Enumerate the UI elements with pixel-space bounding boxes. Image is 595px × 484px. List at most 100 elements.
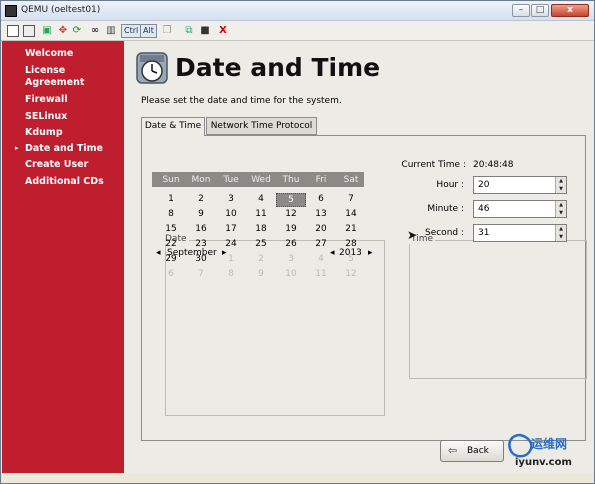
calendar-day[interactable]: 11 xyxy=(246,208,276,220)
refresh-icon[interactable]: ⟳ xyxy=(71,25,83,37)
maximize-button[interactable]: □ xyxy=(531,4,549,17)
minute-label: Minute : xyxy=(427,204,464,214)
watermark-brand: 运维网 xyxy=(531,437,568,451)
tab-panel: Date ◂ September ▸ ◂ 2013 ▸ Sun Mon Tue Wed… xyxy=(141,135,587,441)
hour-spin-arrows-icon[interactable]: ▲ ▼ xyxy=(555,177,566,193)
close-button[interactable]: x xyxy=(551,4,589,17)
calendar-day[interactable]: 2 xyxy=(186,193,216,205)
ctrl-key-button[interactable]: Ctrl xyxy=(121,24,142,38)
calendar-day[interactable]: 7 xyxy=(336,193,366,205)
calendar-day[interactable]: 18 xyxy=(246,223,276,235)
books-icon[interactable]: ▥ xyxy=(105,25,117,37)
minimize-button[interactable]: – xyxy=(512,4,530,17)
calendar-day[interactable]: 2 xyxy=(246,253,276,265)
calendar-day[interactable]: 4 xyxy=(306,253,336,265)
calendar-day[interactable]: 16 xyxy=(186,223,216,235)
screenshot-icon[interactable]: ⧉ xyxy=(183,25,195,37)
calendar-day[interactable]: 9 xyxy=(246,268,276,280)
back-button[interactable]: ⇦ Back xyxy=(440,440,504,462)
sidebar-item-additional-cds: Additional CDs xyxy=(25,176,104,187)
hour-value[interactable]: 20 xyxy=(478,180,489,190)
watermark: 运维网 iyunv.com xyxy=(499,431,589,477)
hour-spinbox[interactable]: 20 ▲ ▼ xyxy=(473,176,567,194)
sidebar-item-selinux: SELinux xyxy=(25,111,68,122)
calendar-day[interactable]: 8 xyxy=(216,268,246,280)
back-arrow-icon: ⇦ xyxy=(448,444,458,457)
calendar-day[interactable]: 3 xyxy=(276,253,306,265)
weekday-header-fri: Fri xyxy=(315,175,327,185)
calendar-day[interactable]: 8 xyxy=(156,208,186,220)
back-button-label: Back xyxy=(467,446,489,456)
calendar-day[interactable]: 23 xyxy=(186,238,216,250)
minute-value[interactable]: 46 xyxy=(478,204,489,214)
qemu-window: QEMU (oeltest01) – □ x ▣ ✥ ⟳ ∞ ▥ Ctrl Al… xyxy=(0,0,595,484)
sidebar-item-firewall: Firewall xyxy=(25,94,68,105)
sidebar-item-kdump: Kdump xyxy=(25,127,63,138)
second-value[interactable]: 31 xyxy=(478,228,489,238)
calendar-day[interactable]: 1 xyxy=(216,253,246,265)
weekday-header-sun: Sun xyxy=(162,175,180,185)
calendar-day[interactable]: 7 xyxy=(186,268,216,280)
calendar-day[interactable]: 13 xyxy=(306,208,336,220)
save-icon[interactable]: ■ xyxy=(199,25,211,37)
second-spinbox[interactable]: 31 ▲ ▼ xyxy=(473,224,567,242)
close-x-icon[interactable]: X xyxy=(217,25,229,37)
calendar-day[interactable]: 30 xyxy=(186,253,216,265)
page-title: Date and Time xyxy=(175,53,381,82)
minute-spinbox[interactable]: 46 ▲ ▼ xyxy=(473,200,567,218)
calendar-day[interactable]: 10 xyxy=(276,268,306,280)
calendar-day[interactable]: 29 xyxy=(156,253,186,265)
mouse-cursor-icon: ➤ xyxy=(407,228,418,242)
calendar-day[interactable]: 21 xyxy=(336,223,366,235)
fullscreen-icon[interactable]: ▣ xyxy=(41,25,53,37)
instructions-text: Please set the date and time for the sys… xyxy=(141,96,342,106)
calendar-day[interactable]: 12 xyxy=(336,268,366,280)
calendar-day[interactable]: 22 xyxy=(156,238,186,250)
calendar-day[interactable]: 11 xyxy=(306,268,336,280)
calendar-day[interactable]: 6 xyxy=(156,268,186,280)
calendar-day[interactable]: 4 xyxy=(246,193,276,205)
calendar-day[interactable]: 26 xyxy=(276,238,306,250)
calendar-day[interactable]: 28 xyxy=(336,238,366,250)
toolbar: ▣ ✥ ⟳ ∞ ▥ Ctrl Alt ❐ ⧉ ■ X xyxy=(1,21,594,41)
zoom-icon[interactable]: ✥ xyxy=(57,25,69,37)
weekday-header-wed: Wed xyxy=(251,175,271,185)
calendar-day[interactable]: 17 xyxy=(216,223,246,235)
calendar-day[interactable]: 5 xyxy=(336,253,366,265)
calendar-day[interactable]: 24 xyxy=(216,238,246,250)
hour-label: Hour : xyxy=(436,180,464,190)
calendar-day[interactable]: 1 xyxy=(156,193,186,205)
glasses-icon[interactable]: ∞ xyxy=(89,25,101,37)
qemu-app-icon xyxy=(5,5,17,17)
title-bar[interactable]: QEMU (oeltest01) – □ x xyxy=(1,1,594,21)
weekday-header-thu: Thu xyxy=(282,175,300,185)
next-year-arrow-icon[interactable]: ▸ xyxy=(368,248,373,258)
new-icon[interactable] xyxy=(7,25,19,37)
second-spin-arrows-icon[interactable]: ▲ ▼ xyxy=(555,225,566,241)
calendar-day[interactable]: 12 xyxy=(276,208,306,220)
sidebar-item-date-and-time: Date and Time xyxy=(25,143,103,154)
clock-icon xyxy=(136,52,168,84)
calendar-day[interactable]: 15 xyxy=(156,223,186,235)
alt-key-button[interactable]: Alt xyxy=(140,24,157,38)
calendar-day[interactable]: 9 xyxy=(186,208,216,220)
calendar-day[interactable]: 27 xyxy=(306,238,336,250)
sidebar: Welcome License Agreement Firewall SELin… xyxy=(2,41,124,473)
tab-date-and-time[interactable]: Date & Time xyxy=(141,117,205,136)
second-label: Second : xyxy=(424,228,464,238)
calendar-day[interactable]: 19 xyxy=(276,223,306,235)
minute-spin-arrows-icon[interactable]: ▲ ▼ xyxy=(555,201,566,217)
current-step-arrow-icon: ▸ xyxy=(15,144,19,152)
calendar-day[interactable]: 6 xyxy=(306,193,336,205)
current-time-label: Current Time : xyxy=(401,160,466,170)
tab-network-time-protocol[interactable]: Network Time Protocol xyxy=(206,117,317,135)
current-time-value: 20:48:48 xyxy=(473,160,514,170)
calendar-day[interactable]: 14 xyxy=(336,208,366,220)
calendar-day[interactable]: 25 xyxy=(246,238,276,250)
calendar-day[interactable]: 20 xyxy=(306,223,336,235)
calendar-day[interactable]: 3 xyxy=(216,193,246,205)
copy-icon[interactable]: ❐ xyxy=(161,25,173,37)
calendar-day[interactable]: 10 xyxy=(216,208,246,220)
document-icon[interactable] xyxy=(23,25,35,37)
calendar-day-selected[interactable]: 5 xyxy=(276,193,306,207)
